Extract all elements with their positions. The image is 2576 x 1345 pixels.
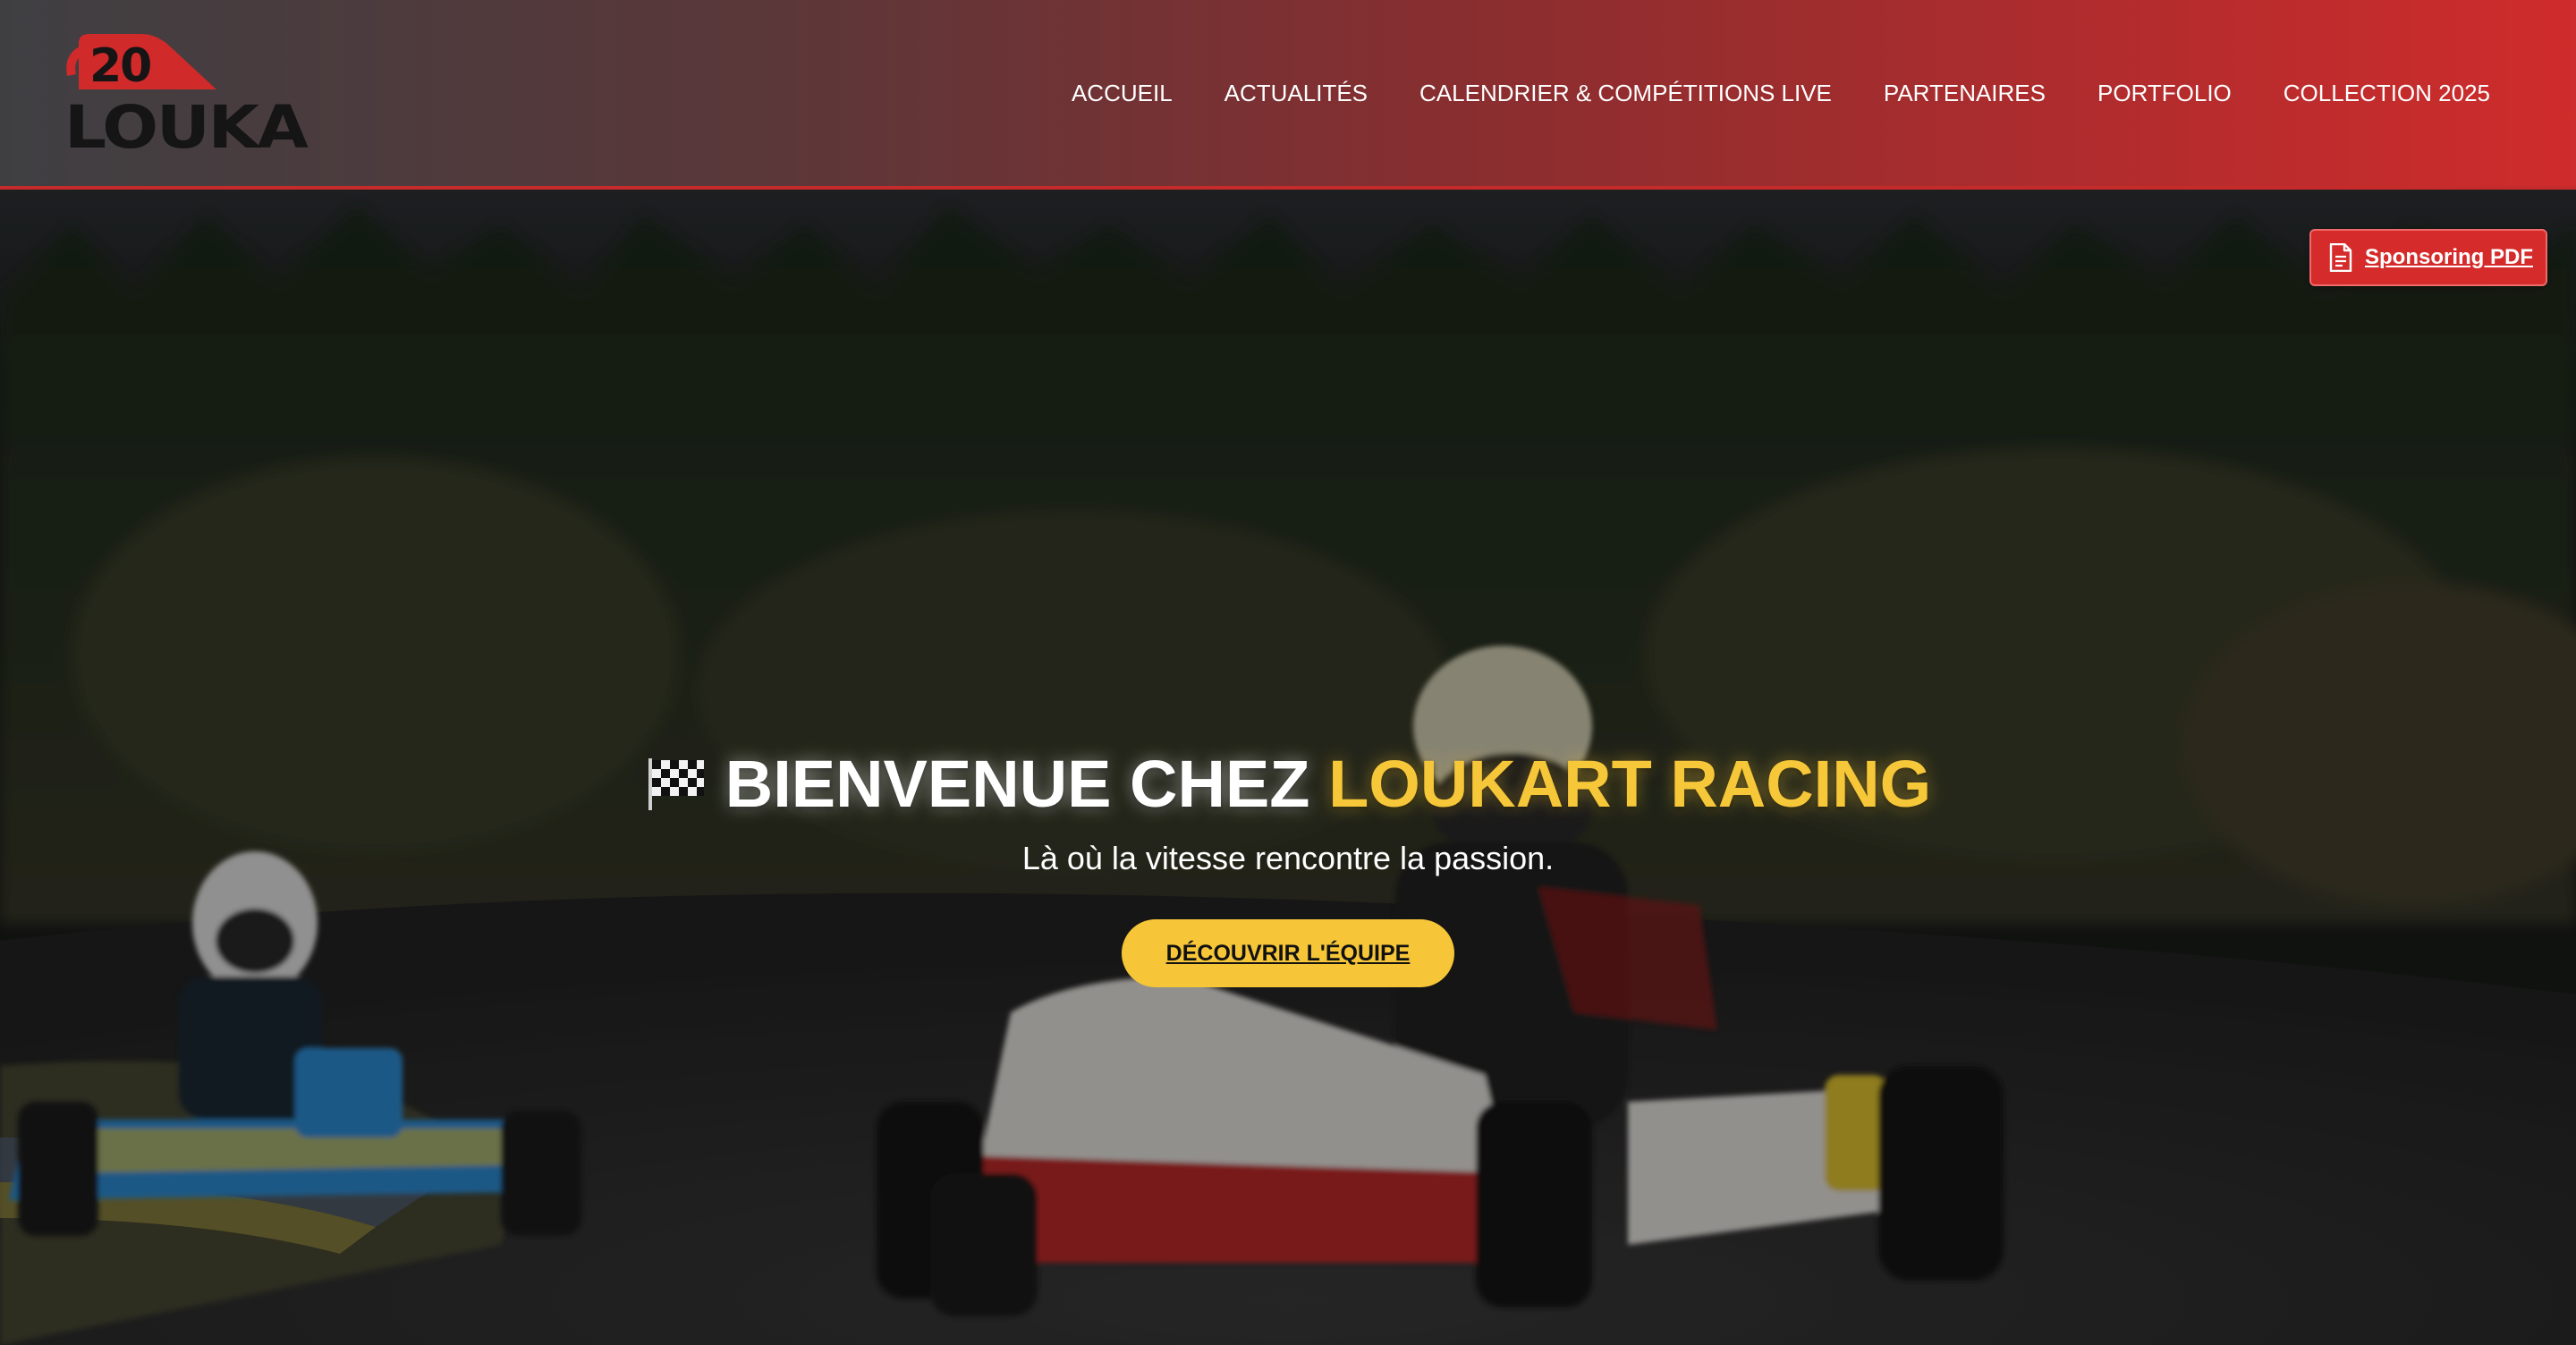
checkered-flag-icon [648,758,704,810]
site-logo[interactable]: 20 LOUKA [63,30,309,157]
hero-section: Sponsoring PDF BIENVENUE CHEZ LOUKART RA… [0,190,2576,1345]
hero-title-accent: LOUKART RACING [1328,747,1932,821]
nav-item-accueil[interactable]: ACCUEIL [1072,77,1173,109]
site-header: 20 LOUKA ACCUEIL ACTUALITÉS CALENDRIER &… [0,0,2576,190]
hero-subtitle: Là où la vitesse rencontre la passion. [1021,840,1555,876]
file-text-icon [2329,243,2352,272]
sponsoring-pdf-label: Sponsoring PDF [2365,245,2533,269]
hero-title-white: BIENVENUE CHEZ [724,747,1310,821]
discover-team-button[interactable]: DÉCOUVRIR L'ÉQUIPE [1121,919,1455,987]
hero-title: BIENVENUE CHEZ LOUKART RACING [0,744,2576,825]
logo-name: LOUKA [64,93,309,162]
nav-item-partenaires[interactable]: PARTENAIRES [1884,77,2046,109]
main-nav: ACCUEIL ACTUALITÉS CALENDRIER & COMPÉTIT… [1072,77,2490,109]
nav-item-actualites[interactable]: ACTUALITÉS [1224,77,1368,109]
logo-number: 20 [89,39,152,93]
sponsoring-pdf-button[interactable]: Sponsoring PDF [2309,229,2547,286]
hero-content: BIENVENUE CHEZ LOUKART RACING Là où la v… [0,744,2576,987]
nav-item-portfolio[interactable]: PORTFOLIO [2097,77,2232,109]
nav-item-calendrier[interactable]: CALENDRIER & COMPÉTITIONS LIVE [1419,77,1832,109]
nav-item-collection[interactable]: COLLECTION 2025 [2284,77,2490,109]
